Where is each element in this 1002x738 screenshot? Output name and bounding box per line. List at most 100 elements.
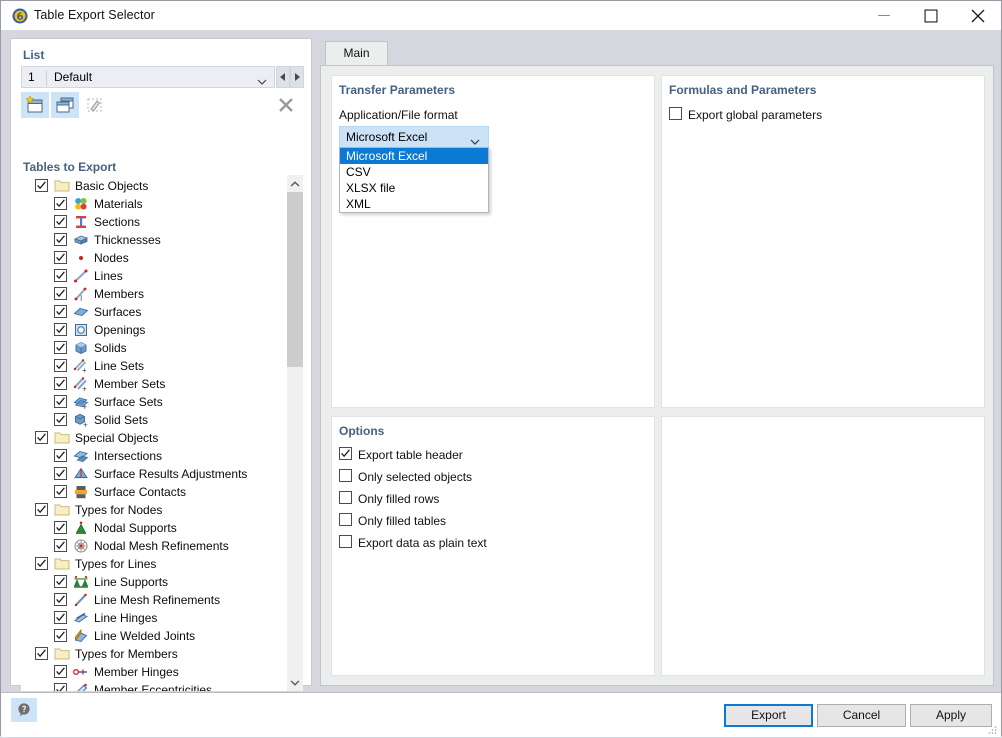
tree-item-checkbox[interactable] — [54, 359, 67, 372]
tree-item-nodes[interactable]: Nodes — [21, 249, 287, 267]
tree-item-checkbox[interactable] — [54, 575, 67, 588]
tree-item-checkbox[interactable] — [35, 647, 48, 660]
checkbox-only-filled-rows[interactable] — [339, 491, 352, 504]
tree-item-checkbox[interactable] — [54, 287, 67, 300]
new-list-button[interactable] — [21, 92, 49, 118]
tree-item-line-welded-joints[interactable]: Line Welded Joints — [21, 627, 287, 645]
tree-item-checkbox[interactable] — [54, 269, 67, 282]
tree-item-checkbox[interactable] — [54, 449, 67, 462]
tree-item-checkbox[interactable] — [54, 341, 67, 354]
help-button[interactable] — [11, 698, 37, 722]
tree-scrollbar[interactable] — [287, 175, 303, 691]
tree-item-surface-contacts[interactable]: Surface Contacts — [21, 483, 287, 501]
edit-pencil-icon — [85, 96, 105, 114]
tree-item-checkbox[interactable] — [54, 539, 67, 552]
tree-item-solid-sets[interactable]: +Solid Sets — [21, 411, 287, 429]
tree-item-special-objects[interactable]: Special Objects — [21, 429, 287, 447]
tree-item-checkbox[interactable] — [54, 395, 67, 408]
format-option-xml[interactable]: XML — [340, 196, 488, 212]
cancel-button[interactable]: Cancel — [817, 704, 906, 727]
tree-item-lines[interactable]: Lines — [21, 267, 287, 285]
format-option-microsoft-excel[interactable]: Microsoft Excel — [340, 148, 488, 164]
resize-grip[interactable] — [987, 724, 997, 734]
tree-item-label: Basic Objects — [75, 179, 148, 193]
tab-main[interactable]: Main — [325, 41, 388, 66]
tree-item-basic-objects[interactable]: Basic Objects — [21, 177, 287, 195]
tree-item-checkbox[interactable] — [54, 593, 67, 606]
close-button[interactable] — [955, 1, 1001, 30]
tree-item-checkbox[interactable] — [54, 197, 67, 210]
copy-list-button[interactable] — [51, 92, 79, 118]
minimize-icon — [878, 15, 890, 17]
tree-item-surface-sets[interactable]: +Surface Sets — [21, 393, 287, 411]
tree-item-sections[interactable]: Sections — [21, 213, 287, 231]
tree-item-types-for-lines[interactable]: Types for Lines — [21, 555, 287, 573]
scroll-down-button[interactable] — [287, 674, 303, 691]
format-dropdown-list[interactable]: Microsoft ExcelCSVXLSX fileXML — [339, 147, 489, 213]
checkbox-export-data-as-plain-text[interactable] — [339, 535, 352, 548]
tree-item-checkbox[interactable] — [35, 179, 48, 192]
tree-item-checkbox[interactable] — [54, 305, 67, 318]
tree-item-line-sets[interactable]: +Line Sets — [21, 357, 287, 375]
tree-item-member-hinges[interactable]: Member Hinges — [21, 663, 287, 681]
tree-item-checkbox[interactable] — [35, 557, 48, 570]
tree-item-checkbox[interactable] — [54, 629, 67, 642]
format-option-xlsx-file[interactable]: XLSX file — [340, 180, 488, 196]
apply-button[interactable]: Apply — [910, 704, 992, 727]
checkbox-export-table-header[interactable] — [339, 447, 352, 460]
list-next-button[interactable] — [290, 66, 304, 88]
scrollbar-thumb[interactable] — [287, 192, 303, 367]
tree-item-materials[interactable]: Materials — [21, 195, 287, 213]
tables-tree[interactable]: Basic Objects MaterialsSectionsThicknesse… — [21, 175, 303, 691]
tree-item-checkbox[interactable] — [54, 485, 67, 498]
delete-list-button[interactable] — [273, 92, 299, 118]
tree-item-surfaces[interactable]: Surfaces — [21, 303, 287, 321]
tree-item-types-for-members[interactable]: Types for Members — [21, 645, 287, 663]
tree-item-solids[interactable]: Solids — [21, 339, 287, 357]
edit-list-button[interactable] — [81, 92, 109, 118]
tree-item-checkbox[interactable] — [54, 251, 67, 264]
maximize-button[interactable] — [908, 1, 954, 30]
tree-item-checkbox[interactable] — [54, 215, 67, 228]
minimize-button[interactable] — [861, 1, 907, 30]
tree-item-checkbox[interactable] — [54, 521, 67, 534]
tree-item-member-sets[interactable]: +Member Sets — [21, 375, 287, 393]
tree-item-surface-results-adjustments[interactable]: Surface Results Adjustments — [21, 465, 287, 483]
tree-item-members[interactable]: IMembers — [21, 285, 287, 303]
tree-item-nodal-supports[interactable]: Nodal Supports — [21, 519, 287, 537]
tree-item-checkbox[interactable] — [54, 377, 67, 390]
tree-item-checkbox[interactable] — [35, 503, 48, 516]
tree-item-checkbox[interactable] — [54, 323, 67, 336]
tree-item-member-eccentricities[interactable]: Member Eccentricities — [21, 681, 287, 691]
tree-item-label: Nodal Supports — [94, 521, 177, 535]
format-option-csv[interactable]: CSV — [340, 164, 488, 180]
tree-item-line-hinges[interactable]: Line Hinges — [21, 609, 287, 627]
tree-item-checkbox[interactable] — [54, 467, 67, 480]
member-eccentricity-icon — [73, 682, 89, 691]
tree-item-intersections[interactable]: Intersections — [21, 447, 287, 465]
tree-item-checkbox[interactable] — [54, 233, 67, 246]
scroll-up-button[interactable] — [287, 175, 303, 192]
tree-item-label: Types for Nodes — [75, 503, 162, 517]
tree-item-label: Special Objects — [75, 431, 158, 445]
checkbox-export-global-parameters[interactable] — [669, 107, 682, 120]
line-support-icon — [73, 574, 89, 590]
tree-item-checkbox[interactable] — [54, 413, 67, 426]
tree-item-types-for-nodes[interactable]: Types for Nodes — [21, 501, 287, 519]
format-combobox[interactable]: Microsoft Excel — [339, 126, 489, 148]
tree-item-openings[interactable]: Openings — [21, 321, 287, 339]
tree-item-checkbox[interactable] — [54, 665, 67, 678]
tree-item-checkbox[interactable] — [54, 683, 67, 691]
checkbox-only-filled-tables[interactable] — [339, 513, 352, 526]
left-panel: List 1 Default — [10, 38, 312, 686]
list-prev-button[interactable] — [276, 66, 290, 88]
list-combobox[interactable]: 1 Default — [21, 66, 275, 88]
tree-item-line-supports[interactable]: Line Supports — [21, 573, 287, 591]
checkbox-only-selected-objects[interactable] — [339, 469, 352, 482]
tree-item-nodal-mesh-refinements[interactable]: Nodal Mesh Refinements — [21, 537, 287, 555]
tree-item-thicknesses[interactable]: Thicknesses — [21, 231, 287, 249]
tree-item-checkbox[interactable] — [35, 431, 48, 444]
tree-item-line-mesh-refinements[interactable]: Line Mesh Refinements — [21, 591, 287, 609]
tree-item-checkbox[interactable] — [54, 611, 67, 624]
export-button[interactable]: Export — [724, 704, 813, 727]
